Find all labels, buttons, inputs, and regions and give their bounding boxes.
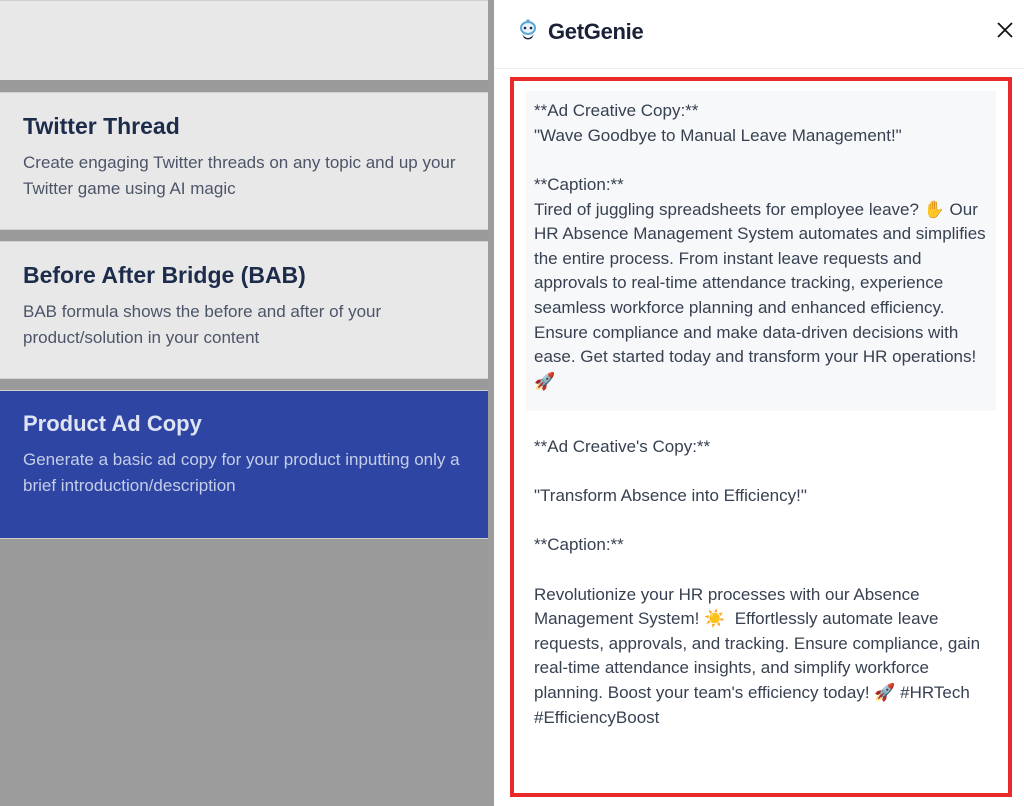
template-title: Twitter Thread: [23, 113, 464, 140]
template-card-bab[interactable]: Before After Bridge (BAB) BAB formula sh…: [0, 241, 488, 379]
template-title: Product Ad Copy: [23, 411, 464, 437]
panel-header: GetGenie: [494, 0, 1024, 69]
genie-icon: [514, 18, 542, 46]
template-description: Create engaging Twitter threads on any t…: [23, 150, 464, 201]
template-card-product-ad-copy[interactable]: Product Ad Copy Generate a basic ad copy…: [0, 390, 488, 539]
close-button[interactable]: [992, 18, 1018, 46]
template-title: Before After Bridge (BAB): [23, 262, 464, 289]
output-panel: GetGenie **Ad Creative Copy:** "Wave Goo…: [494, 0, 1024, 806]
template-card-twitter-thread[interactable]: Twitter Thread Create engaging Twitter t…: [0, 92, 488, 230]
template-list-panel: Twitter Thread Create engaging Twitter t…: [0, 0, 494, 806]
brand-name: GetGenie: [548, 19, 643, 45]
template-card-partial[interactable]: [0, 0, 488, 80]
template-description: Generate a basic ad copy for your produc…: [23, 447, 464, 498]
brand-logo: GetGenie: [514, 18, 643, 46]
output-content: **Ad Creative Copy:** "Wave Goodbye to M…: [494, 69, 1024, 806]
template-description: BAB formula shows the before and after o…: [23, 299, 464, 350]
output-result-2[interactable]: **Ad Creative's Copy:** "Transform Absen…: [526, 431, 996, 735]
output-text: **Ad Creative Copy:** "Wave Goodbye to M…: [534, 99, 988, 395]
highlighted-output-region: **Ad Creative Copy:** "Wave Goodbye to M…: [510, 77, 1012, 797]
output-text: **Ad Creative's Copy:** "Transform Absen…: [534, 435, 988, 731]
output-result-1[interactable]: **Ad Creative Copy:** "Wave Goodbye to M…: [526, 91, 996, 411]
